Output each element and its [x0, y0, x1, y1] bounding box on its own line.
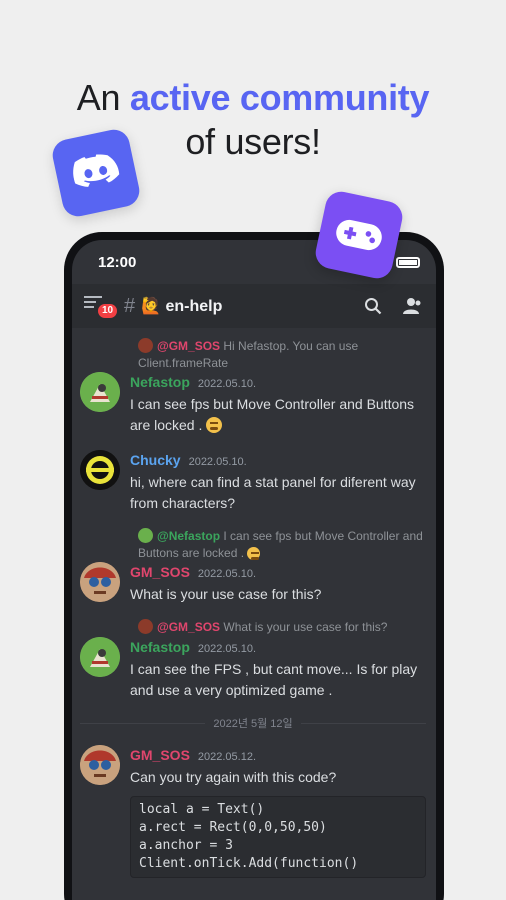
discord-logo-icon	[49, 126, 143, 220]
message-text: I can see the FPS , but cant move... Is …	[130, 661, 418, 698]
channel-header: 10 # 🙋 en-help	[72, 284, 436, 328]
author-name[interactable]: GM_SOS	[130, 562, 190, 582]
reply-author: @GM_SOS	[157, 620, 221, 634]
reply-author: @GM_SOS	[157, 339, 221, 353]
timestamp: 2022.05.12.	[197, 751, 257, 763]
message-item[interactable]: Nefastop 2022.05.10. I can see fps but M…	[80, 372, 426, 436]
members-button[interactable]	[402, 295, 424, 317]
message-body: Nefastop 2022.05.10. I can see the FPS ,…	[130, 637, 426, 701]
search-icon	[365, 298, 382, 315]
message-text: What is your use case for this?	[130, 586, 322, 602]
author-name[interactable]: Nefastop	[130, 372, 190, 392]
message-header: Nefastop 2022.05.10.	[130, 372, 426, 394]
headline-accent: active community	[129, 77, 430, 118]
gamepad-icon	[312, 188, 406, 282]
status-time: 12:00	[98, 253, 137, 271]
divider-line	[80, 722, 206, 724]
code-block[interactable]: local a = Text() a.rect = Rect(0,0,50,50…	[130, 796, 426, 878]
avatar[interactable]	[80, 637, 120, 677]
channel-name[interactable]: 🙋 en-help	[141, 296, 344, 316]
divider-line	[300, 722, 427, 724]
battery-icon	[396, 256, 420, 268]
tired-face-emoji-icon	[206, 417, 223, 433]
app-screen: 12:00 10 # 🙋 en-help @GM_SOS Hi Nefastop…	[72, 240, 436, 900]
message-item[interactable]: Chucky 2022.05.10. hi, where can find a …	[80, 450, 426, 514]
message-body: Nefastop 2022.05.10. I can see fps but M…	[130, 372, 426, 436]
channel-hash-icon: #	[124, 294, 136, 317]
timestamp: 2022.05.10.	[197, 643, 257, 655]
search-button[interactable]	[362, 295, 384, 317]
message-text: I can see fps but Move Controller and Bu…	[130, 394, 426, 436]
timestamp: 2022.05.10.	[197, 568, 257, 580]
message-text-content: I can see fps but Move Controller and Bu…	[130, 396, 415, 433]
reply-preview[interactable]: @GM_SOS Hi Nefastop. You can use Client.…	[138, 338, 426, 372]
headline-line-1: An active community	[0, 76, 506, 120]
reply-text: What is your use case for this?	[223, 620, 388, 634]
message-header: Chucky 2022.05.10.	[130, 450, 426, 472]
members-icon	[403, 298, 421, 314]
message-header: GM_SOS 2022.05.10.	[130, 562, 426, 584]
message-text: hi, where can find a stat panel for dife…	[130, 474, 416, 511]
phone-frame: 12:00 10 # 🙋 en-help @GM_SOS Hi Nefastop…	[64, 232, 444, 900]
tired-face-emoji-icon	[247, 547, 261, 560]
avatar[interactable]	[80, 450, 120, 490]
avatar[interactable]	[80, 745, 120, 785]
message-header: GM_SOS 2022.05.12.	[130, 745, 426, 767]
message-item[interactable]: GM_SOS 2022.05.10. What is your use case…	[80, 562, 426, 605]
headline-prefix: An	[76, 77, 130, 118]
message-text: Can you try again with this code?	[130, 769, 337, 785]
date-divider: 2022년 5월 12일	[80, 715, 427, 731]
timestamp: 2022.05.10.	[197, 378, 257, 390]
message-item[interactable]: GM_SOS 2022.05.12. Can you try again wit…	[80, 745, 426, 878]
message-body: GM_SOS 2022.05.10. What is your use case…	[130, 562, 426, 605]
reply-avatar	[138, 528, 153, 543]
avatar[interactable]	[80, 372, 120, 412]
date-divider-label: 2022년 5월 12일	[213, 718, 293, 730]
author-name[interactable]: Chucky	[130, 450, 181, 470]
timestamp: 2022.05.10.	[188, 456, 247, 468]
message-item[interactable]: Nefastop 2022.05.10. I can see the FPS ,…	[80, 637, 426, 701]
reply-preview[interactable]: @GM_SOS What is your use case for this?	[138, 619, 426, 637]
message-body: GM_SOS 2022.05.12. Can you try again wit…	[130, 745, 426, 878]
reply-author: @Nefastop	[157, 529, 221, 543]
author-name[interactable]: Nefastop	[130, 637, 190, 657]
menu-button[interactable]: 10	[84, 294, 120, 320]
reply-avatar	[138, 338, 153, 353]
avatar[interactable]	[80, 562, 120, 602]
message-body: Chucky 2022.05.10. hi, where can find a …	[130, 450, 426, 514]
message-list: @GM_SOS Hi Nefastop. You can use Client.…	[72, 328, 436, 878]
author-name[interactable]: GM_SOS	[130, 745, 190, 765]
reply-preview[interactable]: @Nefastop I can see fps but Move Control…	[138, 528, 426, 562]
notification-badge: 10	[96, 302, 120, 320]
message-header: Nefastop 2022.05.10.	[130, 637, 426, 659]
reply-avatar	[138, 619, 153, 634]
